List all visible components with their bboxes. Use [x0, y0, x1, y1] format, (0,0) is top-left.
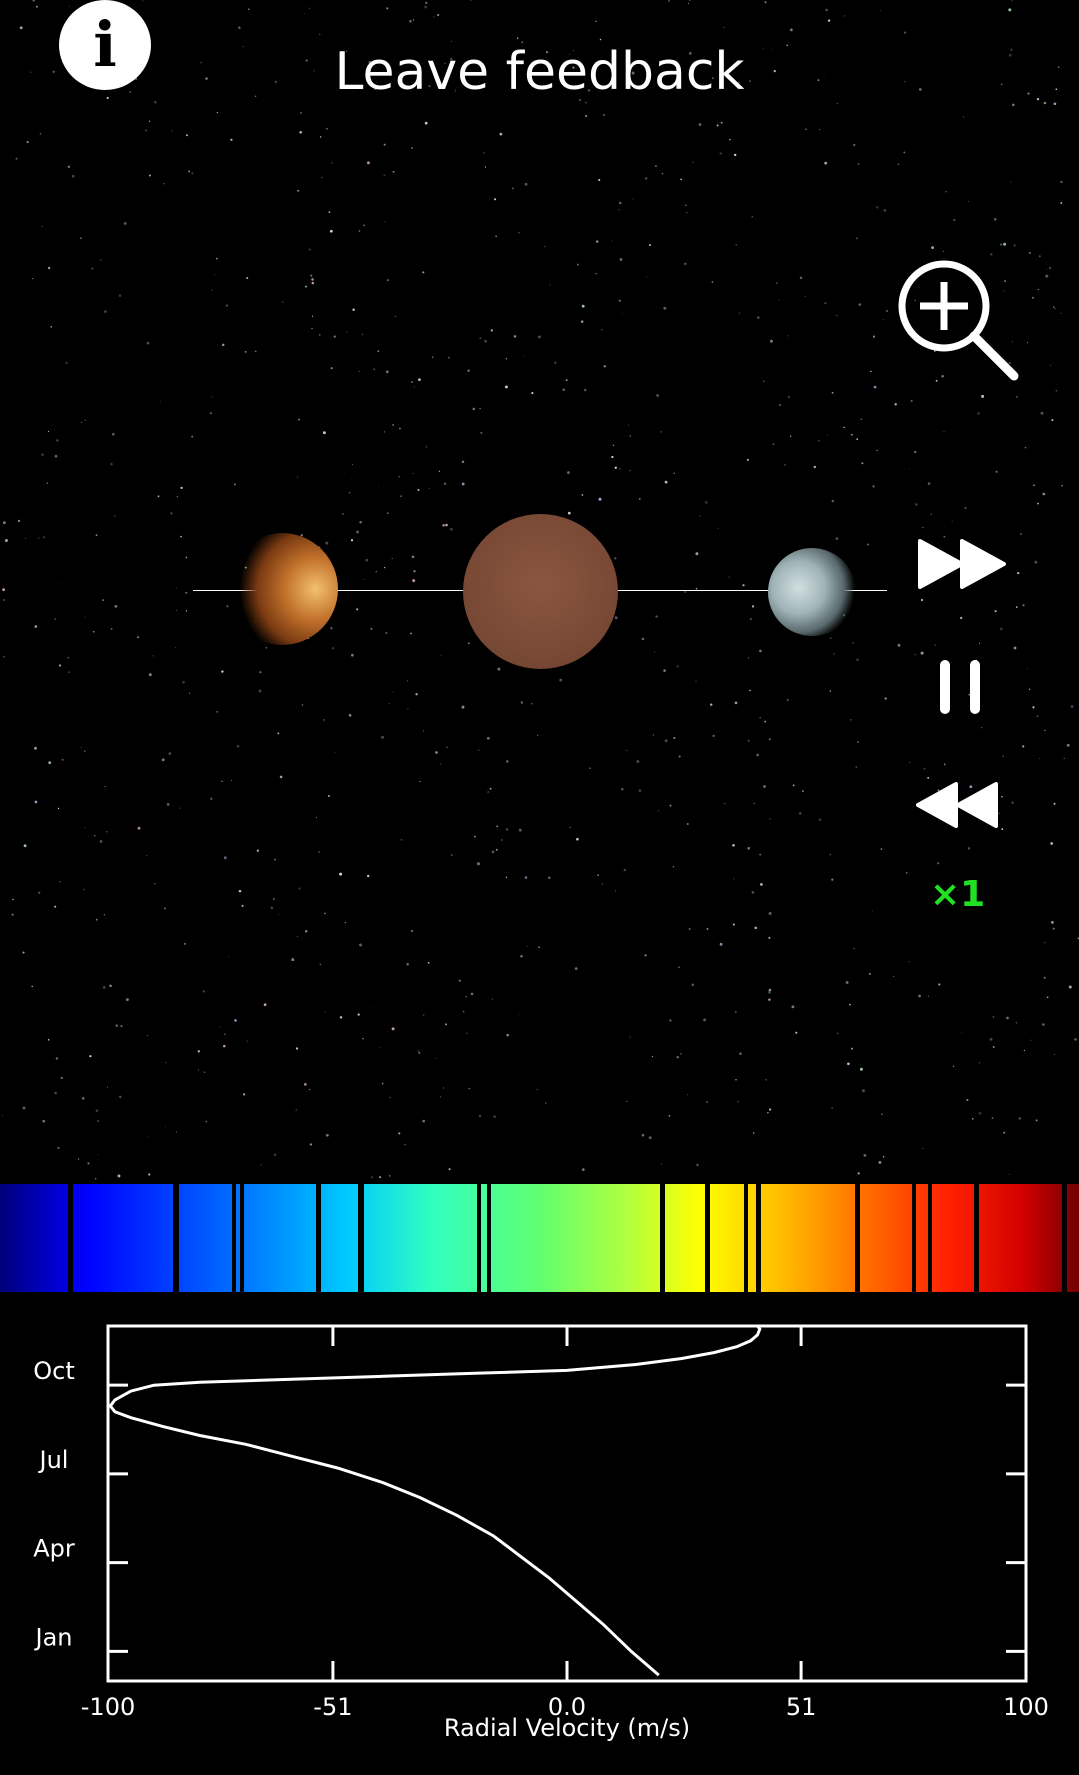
radial-velocity-chart: -100 -51 0.0 51 100 JanAprJulOct Radial Velo… — [33, 1324, 1049, 1742]
absorption-line — [487, 1184, 491, 1292]
absorption-line — [660, 1184, 665, 1292]
absorption-line — [358, 1184, 364, 1292]
host-star — [463, 514, 618, 669]
absorption-line — [974, 1184, 979, 1292]
absorption-line — [173, 1184, 179, 1292]
x-axis-label: Radial Velocity (m/s) — [444, 1714, 690, 1742]
y-tick-label: Jul — [38, 1446, 69, 1474]
fast-forward-button[interactable] — [916, 537, 1010, 591]
absorption-line — [1062, 1184, 1067, 1292]
pause-button[interactable] — [938, 658, 984, 716]
absorption-line — [68, 1184, 73, 1292]
gas-giant-planet-left — [226, 533, 338, 645]
absorption-line — [232, 1184, 236, 1292]
absorption-line — [756, 1184, 761, 1292]
absorption-line — [705, 1184, 710, 1292]
y-tick-label: Apr — [33, 1535, 75, 1563]
absorption-line — [240, 1184, 244, 1292]
y-tick-label: Oct — [33, 1357, 75, 1385]
zoom-in-icon — [898, 260, 1019, 381]
radial-velocity-curve — [108, 1325, 762, 1677]
leave-feedback-link[interactable]: Leave feedback — [0, 42, 1079, 102]
pause-icon — [940, 660, 980, 714]
simulation-view: i Leave feedback ×1 — [0, 0, 1079, 1184]
absorption-line — [855, 1184, 860, 1292]
absorption-line — [928, 1184, 932, 1292]
absorption-line — [912, 1184, 916, 1292]
x-tick-label: -100 — [81, 1693, 135, 1721]
fast-forward-icon — [918, 539, 1006, 589]
absorption-line — [477, 1184, 481, 1292]
speed-multiplier[interactable]: ×1 — [930, 874, 985, 915]
x-tick-label: -51 — [313, 1693, 352, 1721]
ice-planet-right — [768, 548, 856, 636]
rewind-button[interactable] — [914, 780, 1000, 830]
zoom-in-button[interactable] — [896, 258, 1022, 384]
absorption-line — [316, 1184, 321, 1292]
rewind-icon — [916, 782, 998, 828]
x-tick-label: 100 — [1003, 1693, 1049, 1721]
x-tick-label: 51 — [786, 1693, 817, 1721]
y-tick-label: Jan — [34, 1623, 73, 1651]
spectrum-bar — [0, 1184, 1079, 1292]
absorption-line — [744, 1184, 748, 1292]
